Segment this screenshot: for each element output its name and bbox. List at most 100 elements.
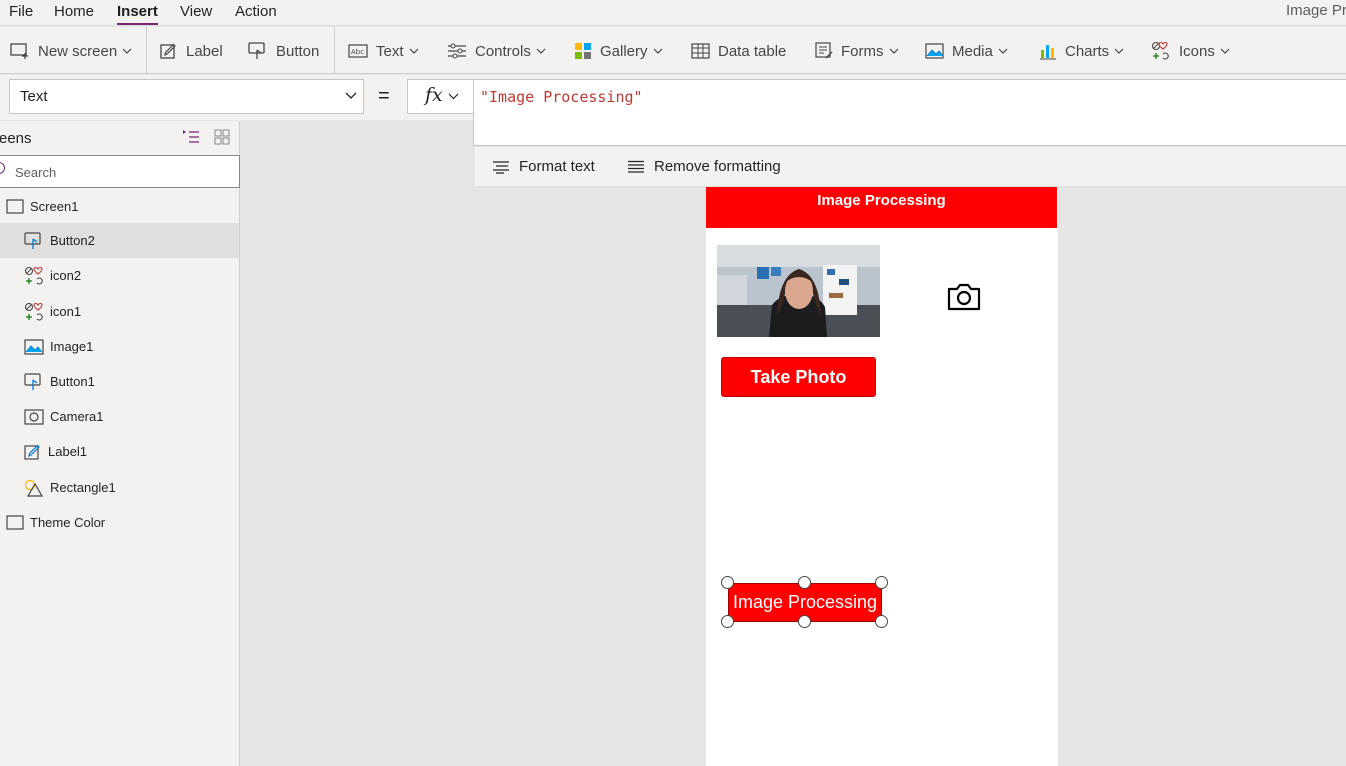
tree-view-panel: reens Screen1 Button2 icon2 icon1 Image1… [0,121,240,766]
text-label: Text [376,42,404,60]
menu-file[interactable]: File [9,3,33,20]
forms-button[interactable]: Forms [815,41,899,61]
search-icon [0,162,5,174]
tree-node-label: Button2 [50,233,95,248]
captured-photo[interactable] [717,245,880,337]
menu-bar: File Home Insert View Action Image Pr [0,0,1346,26]
chevron-down-icon [536,48,546,54]
menu-action[interactable]: Action [235,3,277,20]
remove-formatting-icon [628,160,644,173]
controls-icon [448,43,466,59]
formula-text: "Image Processing" [480,88,643,106]
tree-node-label: Rectangle1 [50,480,116,495]
tree-view-options [182,129,244,145]
new-screen-button[interactable]: New screen [10,41,132,61]
ribbon-divider [334,27,335,73]
chevron-down-icon [1220,48,1230,54]
media-label: Media [952,42,993,60]
tree-node-label: Theme Color [30,515,106,530]
remove-formatting-label: Remove formatting [654,158,781,175]
tree-search-input[interactable] [15,162,225,182]
tree-search-box [0,155,240,188]
tree-node-label1[interactable]: Label1 [0,434,239,469]
tree-view-title: reens [0,130,32,147]
data-table-icon [691,43,710,59]
data-table-label: Data table [718,42,787,60]
grid-view-icon[interactable] [214,129,230,145]
new-screen-icon [10,43,28,59]
tree-node-icon1[interactable]: icon1 [0,294,239,329]
resize-handle-top-left[interactable] [721,576,734,589]
icons-icon [1151,41,1169,60]
chevron-down-icon [653,48,662,54]
tree-node-label: Button1 [50,374,95,389]
new-screen-label: New screen [38,42,118,60]
format-text-icon [493,160,509,174]
icons-label: Icons [1179,42,1215,60]
tree-node-screen1[interactable]: Screen1 [0,189,239,224]
gallery-label: Gallery [600,42,648,60]
ribbon-divider [146,27,147,73]
button-label: Button [276,42,320,60]
remove-formatting-button[interactable]: Remove formatting [627,158,781,175]
data-table-button[interactable]: Data table [691,41,786,61]
chevron-down-icon [409,48,418,54]
button-icon [248,42,265,59]
menu-home[interactable]: Home [54,3,94,20]
shapes-icon [24,479,44,497]
forms-label: Forms [841,42,884,60]
button-button[interactable]: Button [248,41,319,61]
tree-node-rectangle1[interactable]: Rectangle1 [0,470,239,505]
resize-handle-top[interactable] [798,576,811,589]
screen-icon [6,198,24,214]
equals-sign: = [378,85,390,107]
tree-node-button1[interactable]: Button1 [0,364,239,399]
media-button[interactable]: Media [925,41,1008,61]
tree-node-label: Label1 [48,444,88,459]
tree-node-button2[interactable]: Button2 [0,223,239,258]
camera-icon[interactable] [946,281,982,313]
app-title-bar[interactable]: Image Processing [706,187,1057,228]
menu-view[interactable]: View [180,3,212,20]
tree-node-label: Image1 [50,339,94,354]
insert-ribbon: New screen Label Button Abc Text Control… [0,27,1346,74]
icons-button[interactable]: Icons [1151,41,1230,61]
app-title: Image Pr [1286,2,1346,19]
chevron-down-icon [1114,48,1124,54]
take-photo-button[interactable]: Take Photo [721,357,876,397]
property-dropdown[interactable]: Text [9,79,364,114]
chevron-down-icon [448,93,459,100]
menu-insert[interactable]: Insert [117,3,158,25]
resize-handle-bottom-right[interactable] [875,615,888,628]
charts-button[interactable]: Charts [1039,41,1124,61]
tree-node-camera1[interactable]: Camera1 [0,399,239,434]
tree-node-icon2[interactable]: icon2 [0,258,239,293]
forms-icon [815,42,833,59]
image-icon [24,338,44,355]
label-icon [24,444,40,460]
label-button[interactable]: Label [160,41,223,61]
gallery-icon [575,43,591,59]
tree-node-label: Camera1 [50,409,104,424]
resize-handle-bottom-left[interactable] [721,615,734,628]
button-icon [24,231,41,249]
tree-node-label: Screen1 [30,199,79,214]
property-value: Text [20,88,48,105]
tree-node-image1[interactable]: Image1 [0,329,239,364]
gallery-button[interactable]: Gallery [574,41,663,61]
tree-node-theme-color[interactable]: Theme Color [0,505,239,540]
button-icon [24,372,41,390]
resize-handle-top-right[interactable] [875,576,888,589]
fx-button[interactable]: fx [407,79,473,114]
chevron-down-icon [889,48,898,54]
text-button[interactable]: Abc Text [348,41,419,61]
format-toolbar: Format text Remove formatting [473,147,1346,187]
resize-handle-bottom[interactable] [798,615,811,628]
format-text-label: Format text [519,158,595,175]
list-view-icon[interactable] [182,129,200,145]
media-icon [925,43,944,59]
controls-button[interactable]: Controls [447,41,546,61]
photo-image [717,245,880,337]
formula-input[interactable]: "Image Processing" [473,79,1346,146]
format-text-button[interactable]: Format text [492,158,595,175]
